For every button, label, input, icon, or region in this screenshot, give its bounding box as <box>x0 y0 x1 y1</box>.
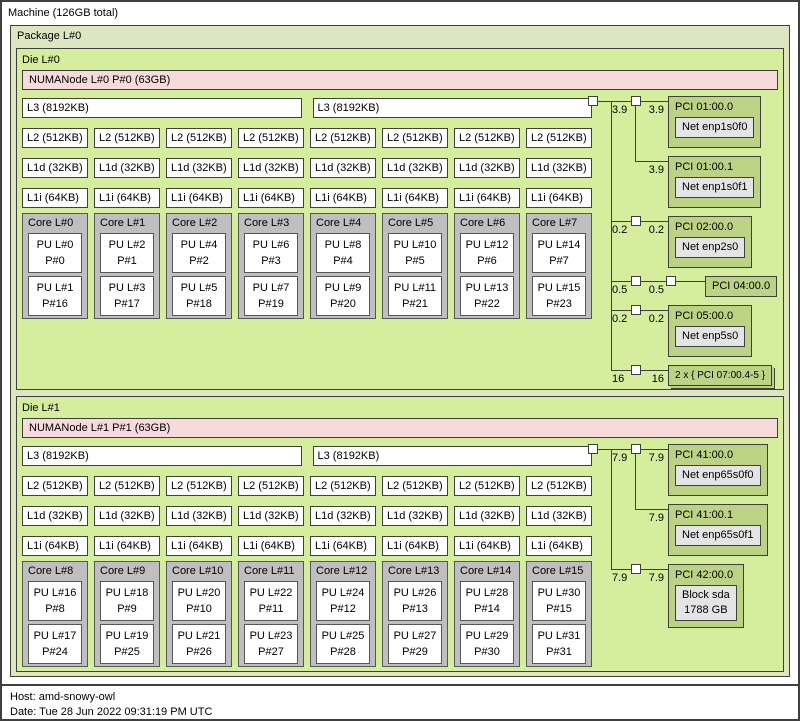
machine-label: Machine (126GB total) <box>8 7 118 19</box>
link-speed-label: 16 <box>640 373 664 385</box>
net-device-box: Net enp65s0f1 <box>675 525 761 546</box>
device-size: 1788 GB <box>682 603 730 618</box>
link-speed-label: 7.9 <box>640 452 664 464</box>
pci-link-line <box>611 101 631 102</box>
net-device-box: Net enp1s0f0 <box>675 117 754 138</box>
device-name: Net enp2s0 <box>682 240 738 255</box>
link-speed-label: 0.2 <box>640 224 664 236</box>
pci-link-line <box>635 161 668 162</box>
pci-link-line <box>641 569 668 570</box>
pci-label: PCI 05:00.0 <box>675 309 745 323</box>
die-0: Die L#0 NUMANode L#0 P#0 (63GB) L3 (8192… <box>16 48 784 390</box>
package-box: Package L#0 Die L#0 NUMANode L#0 P#0 (63… <box>10 25 790 677</box>
package-label: Package L#0 <box>17 30 81 42</box>
pci-tree: 7.9 7.9 PCI 41:00.0 Net enp65s0f0 7.9 PCI 41:… <box>22 444 778 667</box>
pci-link-line <box>641 221 668 222</box>
link-speed-label: 0.2 <box>612 224 636 236</box>
legend-date: Date: Tue 28 Jun 2022 09:31:19 PM UTC <box>10 705 798 720</box>
pci-link-line <box>611 221 631 222</box>
link-speed-label: 3.9 <box>640 164 664 176</box>
die-label: Die L#1 <box>17 397 783 418</box>
net-device-box: Net enp1s0f1 <box>675 177 754 198</box>
pci-link-line <box>641 310 668 311</box>
device-name: Net enp65s0f1 <box>682 528 754 543</box>
pci-link-line <box>611 449 612 570</box>
pci-device-box: PCI 42:00.0 Block sda1788 GB <box>668 564 744 628</box>
link-speed-label: 16 <box>612 373 636 385</box>
pci-device-box: PCI 01:00.0 Net enp1s0f0 <box>668 96 761 148</box>
pci-device-stack: 2 x { PCI 07:00.4-5 } <box>668 365 772 386</box>
pci-link-line <box>641 370 668 371</box>
pci-link-line <box>611 310 631 311</box>
legend-host: Host: amd-snowy-owl <box>10 690 798 705</box>
legend: Host: amd-snowy-owl Date: Tue 28 Jun 202… <box>2 684 798 720</box>
pci-link-line <box>611 101 612 371</box>
link-speed-label: 0.5 <box>640 284 664 296</box>
pci-tree: 3.9 3.9 PCI 01:00.0 Net enp1s0f0 3.9 PCI 01:0… <box>22 96 778 319</box>
pci-link-line <box>611 281 631 282</box>
link-speed-label: 7.9 <box>612 452 636 464</box>
link-speed-label: 0.2 <box>612 313 636 325</box>
pci-link-line <box>611 449 631 450</box>
link-speed-label: 7.9 <box>640 512 664 524</box>
pci-link-line <box>676 281 705 282</box>
pci-bridge-icon <box>588 444 598 454</box>
block-device-box: Block sda1788 GB <box>675 585 737 621</box>
pci-bridge-icon <box>666 276 676 286</box>
link-speed-label: 7.9 <box>640 572 664 584</box>
pci-device-box: PCI 41:00.1 Net enp65s0f1 <box>668 504 768 556</box>
net-device-box: Net enp65s0f0 <box>675 465 761 486</box>
pci-link-line <box>635 509 668 510</box>
numanode: NUMANode L#0 P#0 (63GB) <box>22 70 778 90</box>
pci-device-box: PCI 05:00.0 Net enp5s0 <box>668 305 752 357</box>
die-1: Die L#1 NUMANode L#1 P#1 (63GB) L3 (8192… <box>16 396 784 672</box>
pci-label: PCI 02:00.0 <box>675 220 745 234</box>
device-name: Net enp5s0 <box>682 329 738 344</box>
numanode: NUMANode L#1 P#1 (63GB) <box>22 418 778 438</box>
pci-device-box: PCI 02:00.0 Net enp2s0 <box>668 216 752 268</box>
device-name: Net enp65s0f0 <box>682 468 754 483</box>
pci-label: PCI 42:00.0 <box>675 568 737 582</box>
link-speed-label: 3.9 <box>612 104 636 116</box>
pci-label: PCI 01:00.1 <box>675 160 754 174</box>
die-label: Die L#0 <box>17 49 783 70</box>
link-speed-label: 7.9 <box>612 572 636 584</box>
pci-link-line <box>641 449 668 450</box>
link-speed-label: 0.2 <box>640 313 664 325</box>
device-name: Net enp1s0f1 <box>682 180 747 195</box>
pci-device-box: PCI 01:00.1 Net enp1s0f1 <box>668 156 761 208</box>
pci-device-box: PCI 41:00.0 Net enp65s0f0 <box>668 444 768 496</box>
pci-link-line <box>611 370 631 371</box>
pci-link-line <box>635 454 636 509</box>
net-device-box: Net enp5s0 <box>675 326 745 347</box>
device-name: Block sda <box>682 588 730 603</box>
pci-bridge-icon <box>588 96 598 106</box>
device-name: Net enp1s0f0 <box>682 120 747 135</box>
link-speed-label: 0.5 <box>612 284 636 296</box>
net-device-box: Net enp2s0 <box>675 237 745 258</box>
pci-link-line <box>641 101 668 102</box>
pci-label: PCI 41:00.1 <box>675 508 761 522</box>
die-body: L3 (8192KB)L3 (8192KB) L2 (512KB)L2 (512… <box>22 444 778 667</box>
pci-label: PCI 01:00.0 <box>675 100 754 114</box>
machine-box: Machine (126GB total) Package L#0 Die L#… <box>0 0 800 721</box>
pci-link-line <box>598 101 611 102</box>
pci-link-line <box>635 106 636 161</box>
pci-link-line <box>641 281 666 282</box>
link-speed-label: 3.9 <box>640 104 664 116</box>
pci-link-line <box>611 569 631 570</box>
die-body: L3 (8192KB)L3 (8192KB) L2 (512KB)L2 (512… <box>22 96 778 319</box>
pci-device-box: PCI 04:00.0 <box>705 276 777 297</box>
pci-link-line <box>598 449 611 450</box>
pci-label: PCI 41:00.0 <box>675 448 761 462</box>
